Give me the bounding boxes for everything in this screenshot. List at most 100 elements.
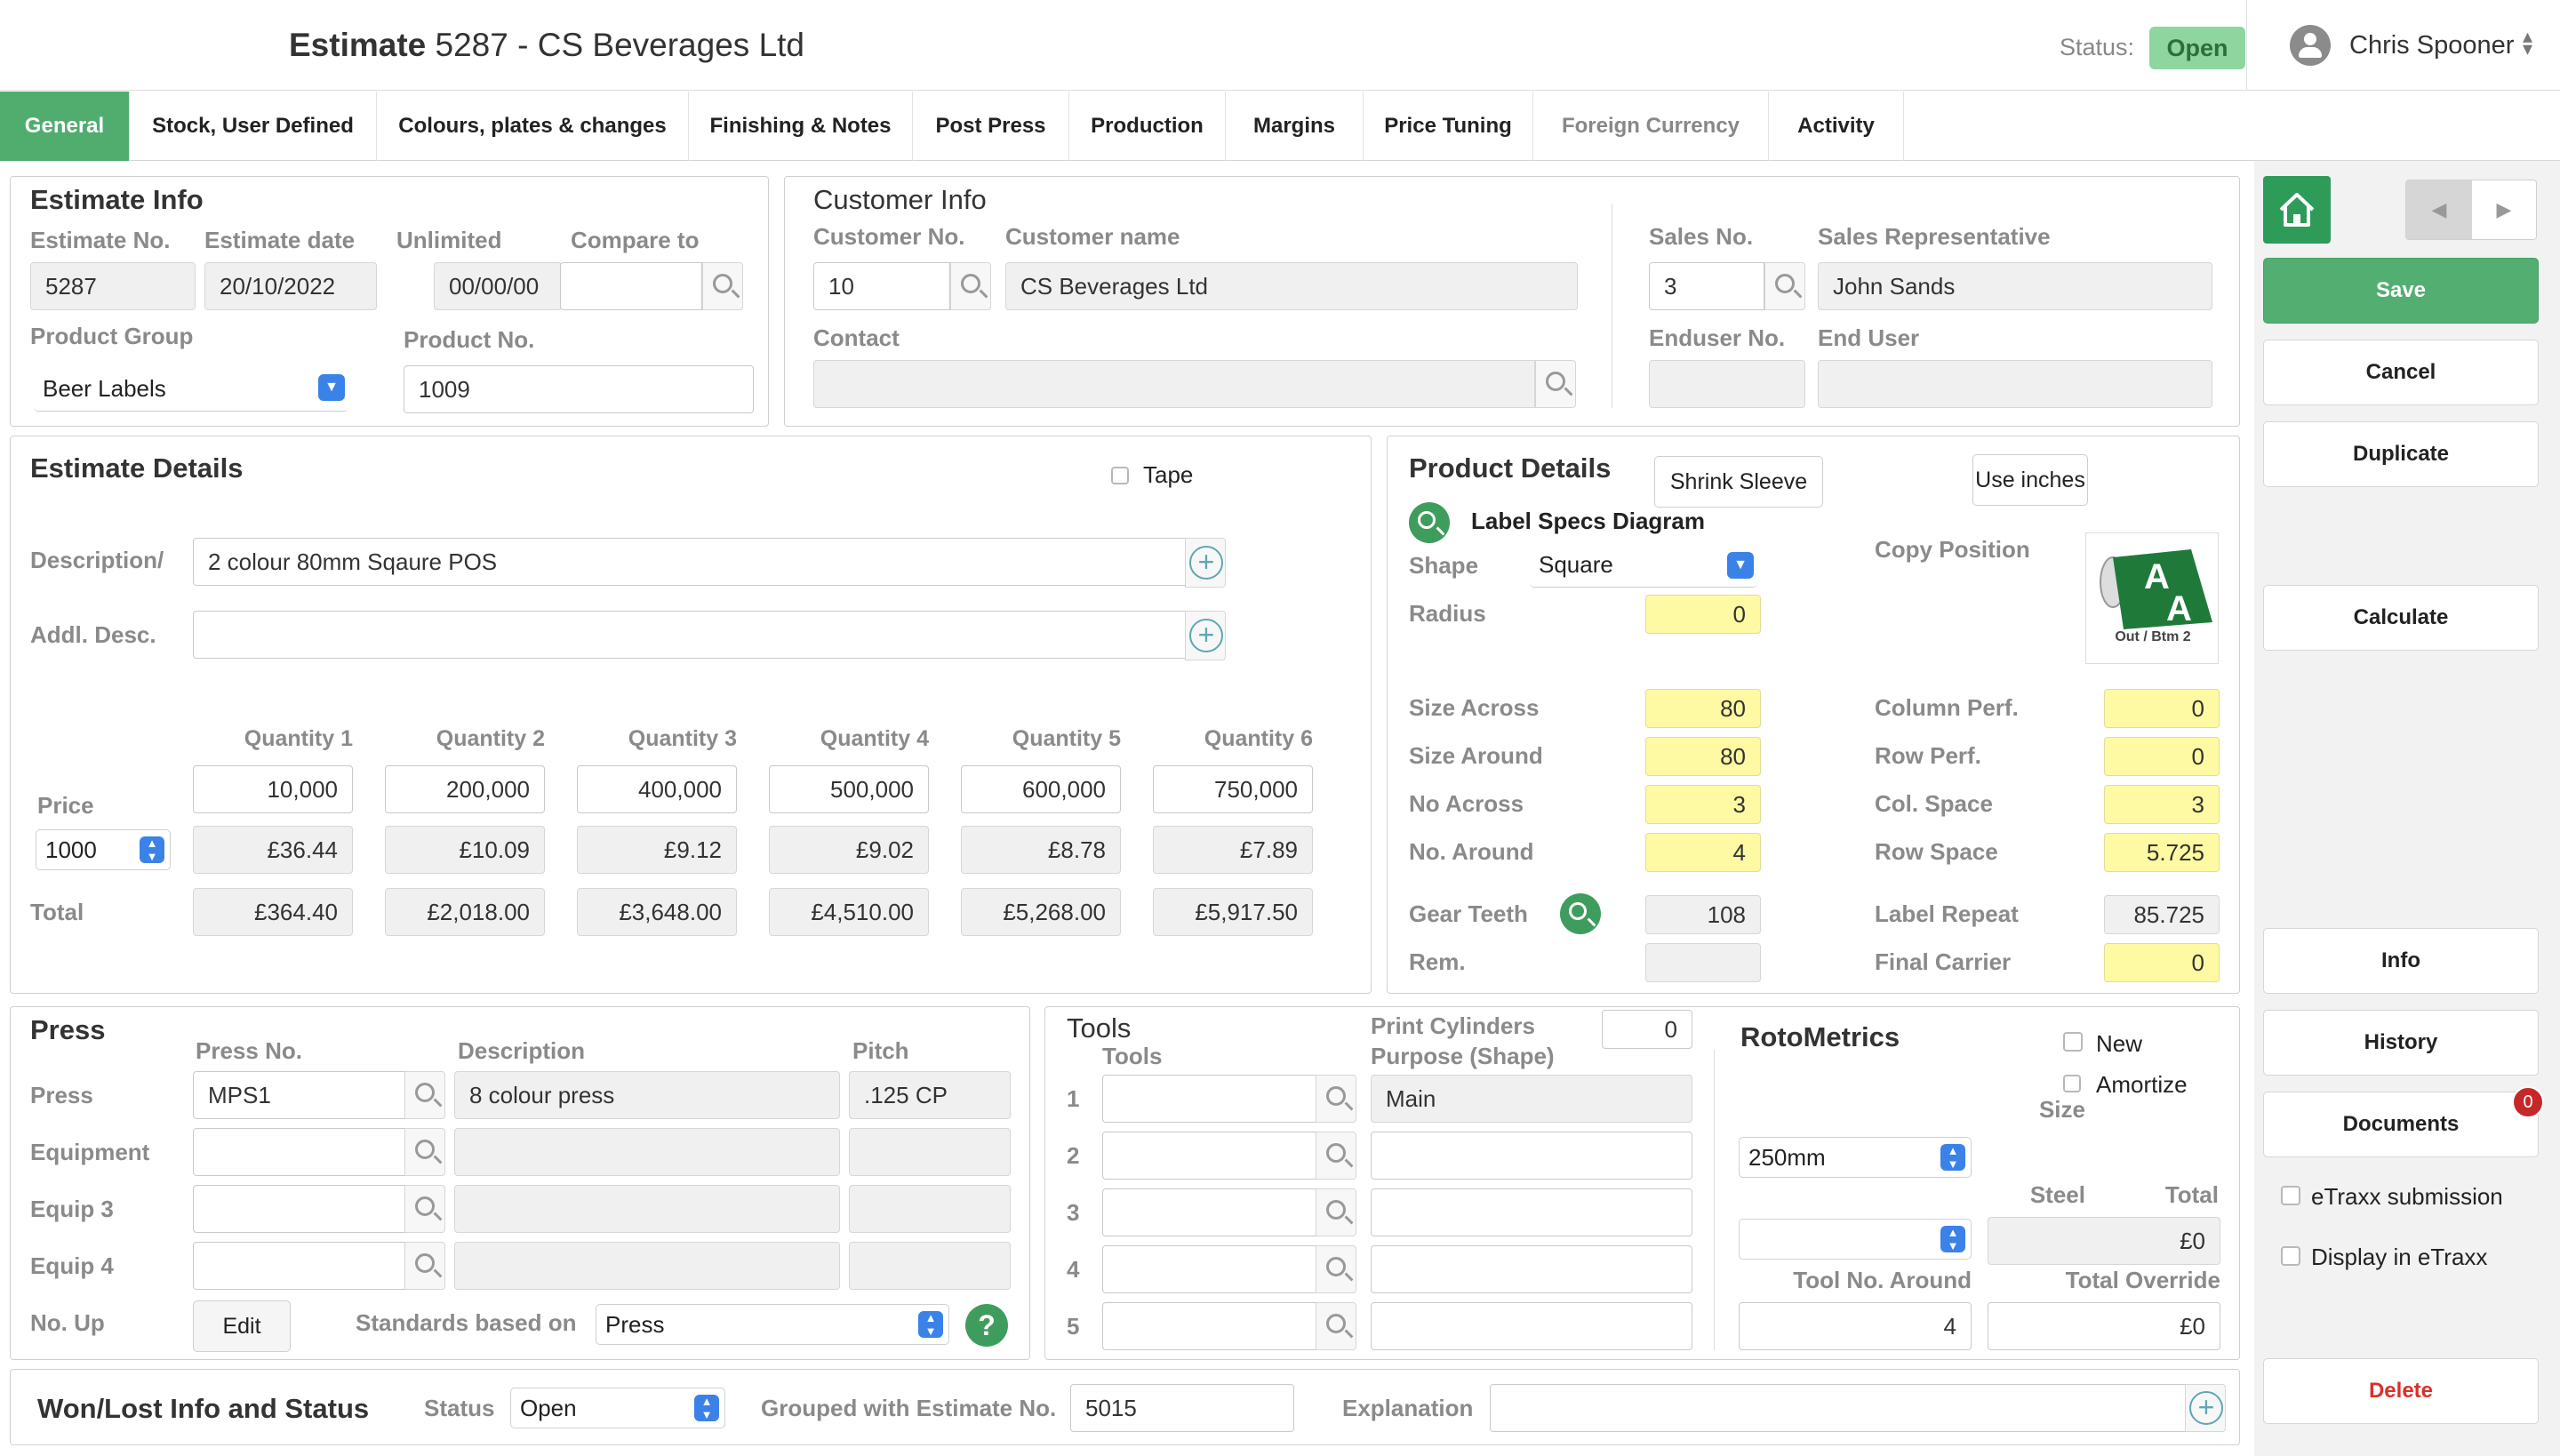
won-lost-status-select[interactable]: Open ▲ ▼: [510, 1388, 725, 1428]
equip3-no-input[interactable]: [193, 1185, 415, 1233]
avatar-icon[interactable]: [2290, 25, 2331, 66]
gear-teeth-search-button[interactable]: [1560, 893, 1601, 934]
tab-production[interactable]: Production: [1069, 92, 1226, 161]
tab-margins[interactable]: Margins: [1226, 92, 1364, 161]
tool-2-purpose[interactable]: [1371, 1132, 1692, 1180]
tab-stock-user-defined[interactable]: Stock, User Defined: [130, 92, 377, 161]
size-around-input[interactable]: 80: [1645, 737, 1761, 776]
quantity-3-input[interactable]: 400,000: [577, 765, 737, 813]
quantity-4-input[interactable]: 500,000: [769, 765, 929, 813]
addl-desc-add-button[interactable]: +: [1185, 611, 1226, 660]
shape-select[interactable]: Square ▼: [1530, 543, 1757, 588]
quantity-2-input[interactable]: 200,000: [385, 765, 545, 813]
tab-finishing-notes[interactable]: Finishing & Notes: [689, 92, 913, 161]
standards-select[interactable]: Press ▲ ▼: [596, 1304, 949, 1345]
row-space-input[interactable]: 5.725: [2104, 833, 2220, 872]
grouped-with-input[interactable]: 5015: [1070, 1384, 1294, 1432]
total-override-input[interactable]: £0: [1988, 1302, 2220, 1350]
steel-select[interactable]: ▲ ▼: [1739, 1219, 1972, 1260]
new-checkbox[interactable]: [2063, 1032, 2083, 1052]
tool-5-input[interactable]: [1102, 1302, 1324, 1350]
end-user-field[interactable]: [1818, 360, 2212, 408]
equip4-search-button[interactable]: [404, 1242, 445, 1290]
customer-name-field[interactable]: CS Beverages Ltd: [1005, 262, 1578, 310]
history-button[interactable]: History: [2263, 1010, 2539, 1076]
amortize-checkbox[interactable]: [2063, 1075, 2081, 1092]
tool-2-input[interactable]: [1102, 1132, 1324, 1180]
display-etraxx-checkbox[interactable]: [2281, 1246, 2300, 1266]
column-perf-input[interactable]: 0: [2104, 689, 2220, 728]
col-space-input[interactable]: 3: [2104, 785, 2220, 824]
save-button[interactable]: Save: [2263, 258, 2539, 324]
estimate-no-field[interactable]: 5287: [30, 262, 196, 310]
use-inches-button[interactable]: Use inches: [1972, 454, 2088, 506]
equipment-no-input[interactable]: [193, 1128, 415, 1176]
description-input[interactable]: 2 colour 80mm Sqaure POS: [193, 538, 1187, 586]
tool-4-search-button[interactable]: [1316, 1245, 1356, 1293]
product-no-input[interactable]: 1009: [404, 365, 754, 413]
calculate-button[interactable]: Calculate: [2263, 585, 2539, 651]
enduser-no-field[interactable]: [1649, 360, 1805, 408]
equip4-no-input[interactable]: [193, 1242, 415, 1290]
explanation-input[interactable]: [1490, 1384, 2187, 1432]
gear-teeth-field[interactable]: 108: [1645, 895, 1761, 934]
tool-2-search-button[interactable]: [1316, 1132, 1356, 1180]
tab-price-tuning[interactable]: Price Tuning: [1364, 92, 1533, 161]
edit-button[interactable]: Edit: [193, 1300, 291, 1352]
contact-field[interactable]: [813, 360, 1535, 408]
contact-search-button[interactable]: [1535, 360, 1576, 408]
sales-rep-field[interactable]: John Sands: [1818, 262, 2212, 310]
tool-3-search-button[interactable]: [1316, 1188, 1356, 1236]
info-button[interactable]: Info: [2263, 928, 2539, 994]
tool-4-input[interactable]: [1102, 1245, 1324, 1293]
tool-1-input[interactable]: [1102, 1075, 1324, 1123]
tape-checkbox[interactable]: [1111, 467, 1129, 484]
tool-1-purpose[interactable]: Main: [1371, 1075, 1692, 1123]
chevron-updown-icon[interactable]: ▴ ▾: [2523, 27, 2532, 59]
size-select[interactable]: 250mm ▲ ▼: [1739, 1137, 1972, 1178]
shrink-sleeve-button[interactable]: Shrink Sleeve: [1654, 456, 1823, 508]
compare-search-button[interactable]: [702, 262, 743, 310]
final-carrier-input[interactable]: 0: [2104, 943, 2220, 982]
explanation-add-button[interactable]: +: [2185, 1384, 2226, 1432]
equipment-search-button[interactable]: [404, 1128, 445, 1176]
equip3-search-button[interactable]: [404, 1185, 445, 1233]
documents-button[interactable]: Documents: [2263, 1092, 2539, 1157]
quantity-5-input[interactable]: 600,000: [961, 765, 1121, 813]
print-cylinders-input[interactable]: 0: [1602, 1010, 1692, 1049]
unlimited-field[interactable]: 00/00/00: [434, 262, 562, 310]
label-specs-search-button[interactable]: [1409, 502, 1450, 543]
quantity-6-input[interactable]: 750,000: [1153, 765, 1313, 813]
status-badge[interactable]: Open: [2149, 27, 2245, 69]
etraxx-submission-checkbox[interactable]: [2281, 1186, 2300, 1205]
previous-record-button[interactable]: ◀: [2406, 180, 2472, 239]
tab-foreign-currency[interactable]: Foreign Currency: [1533, 92, 1769, 161]
tool-4-purpose[interactable]: [1371, 1245, 1692, 1293]
no-around-input[interactable]: 4: [1645, 833, 1761, 872]
radius-input[interactable]: 0: [1645, 595, 1761, 634]
estimate-date-field[interactable]: 20/10/2022: [204, 262, 377, 310]
sales-search-button[interactable]: [1764, 262, 1805, 310]
tab-post-press[interactable]: Post Press: [913, 92, 1069, 161]
tool-no-around-input[interactable]: 4: [1739, 1302, 1972, 1350]
help-icon[interactable]: ?: [965, 1304, 1008, 1347]
tool-5-search-button[interactable]: [1316, 1302, 1356, 1350]
cancel-button[interactable]: Cancel: [2263, 340, 2539, 405]
copy-position-image[interactable]: A A Out / Btm 2: [2085, 532, 2219, 664]
quantity-1-input[interactable]: 10,000: [193, 765, 353, 813]
description-add-button[interactable]: +: [1185, 538, 1226, 588]
next-record-button[interactable]: ▶: [2472, 180, 2536, 239]
tab-general[interactable]: General: [0, 92, 130, 161]
sales-no-input[interactable]: 3: [1649, 262, 1764, 310]
size-across-input[interactable]: 80: [1645, 689, 1761, 728]
home-button[interactable]: [2263, 176, 2331, 244]
addl-desc-input[interactable]: [193, 611, 1187, 659]
no-across-input[interactable]: 3: [1645, 785, 1761, 824]
tab-colours-plates[interactable]: Colours, plates & changes: [377, 92, 689, 161]
user-name[interactable]: Chris Spooner: [2349, 31, 2514, 60]
press-search-button[interactable]: [404, 1071, 445, 1119]
customer-no-input[interactable]: 10: [813, 262, 950, 310]
tool-3-input[interactable]: [1102, 1188, 1324, 1236]
price-per-select[interactable]: 1000 ▲ ▼: [36, 829, 171, 870]
product-group-select[interactable]: Beer Labels ▼: [34, 367, 348, 412]
